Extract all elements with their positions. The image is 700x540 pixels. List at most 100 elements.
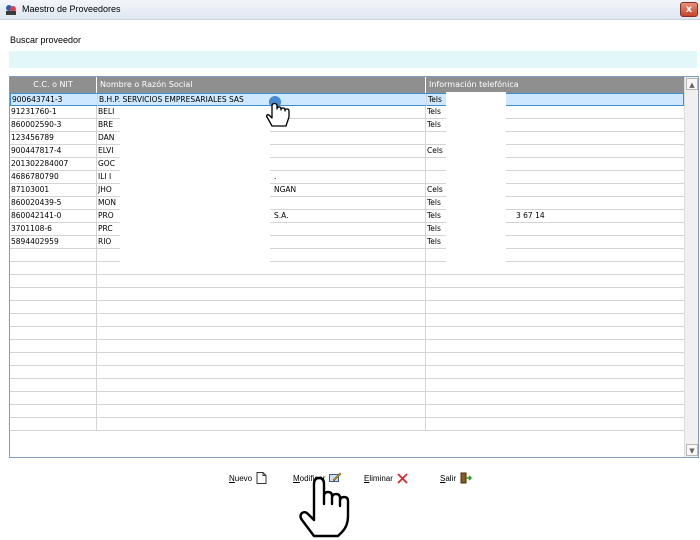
empty-cell — [10, 405, 97, 417]
nit-cell: 4686780790 — [10, 171, 97, 183]
new-document-icon — [256, 472, 267, 484]
empty-cell — [426, 275, 684, 287]
empty-cell — [97, 327, 426, 339]
empty-cell — [10, 288, 97, 300]
suppliers-grid[interactable]: C.C. o NIT Nombre o Razón Social Informa… — [9, 76, 699, 458]
empty-row[interactable] — [10, 353, 684, 366]
close-button[interactable]: x — [680, 2, 698, 17]
salir-label: Salir — [440, 473, 457, 483]
table-row[interactable]: 860020439-5 MON Tels — [10, 197, 684, 210]
column-header-name[interactable]: Nombre o Razón Social — [97, 77, 426, 93]
empty-row[interactable] — [10, 288, 684, 301]
scroll-down-icon[interactable]: ▼ — [686, 444, 698, 456]
empty-cell — [10, 392, 97, 404]
delete-x-icon — [397, 472, 408, 484]
window-title: Maestro de Proveedores — [22, 4, 121, 14]
empty-row[interactable] — [10, 340, 684, 353]
table-row[interactable]: 91231760-1 BELI Tels — [10, 106, 684, 119]
redaction-block-names — [120, 108, 270, 269]
empty-row[interactable] — [10, 392, 684, 405]
nit-cell: 5894402959 — [10, 236, 97, 248]
empty-cell — [97, 314, 426, 326]
table-row[interactable]: 123456789 DAN — [10, 132, 684, 145]
nit-cell: 123456789 — [10, 132, 97, 144]
supplier-window: Maestro de Proveedores x Buscar proveedo… — [0, 0, 700, 497]
title-bar[interactable]: Maestro de Proveedores x — [0, 0, 700, 20]
empty-row[interactable] — [10, 418, 684, 431]
empty-cell — [10, 379, 97, 391]
column-header-nit[interactable]: C.C. o NIT — [10, 77, 97, 93]
empty-cell — [97, 366, 426, 378]
table-row[interactable]: 900447817-4 ELVI Cels — [10, 145, 684, 158]
salir-button[interactable]: Salir — [440, 470, 473, 486]
name-cell-tail: . — [274, 172, 277, 181]
vertical-scrollbar[interactable]: ▲ ▼ — [684, 77, 698, 457]
empty-cell — [426, 314, 684, 326]
empty-cell — [97, 301, 426, 313]
empty-row[interactable] — [10, 327, 684, 340]
nit-cell: 201302284007 — [10, 158, 97, 170]
empty-cell — [97, 418, 426, 430]
empty-row[interactable] — [10, 314, 684, 327]
grid-header: C.C. o NIT Nombre o Razón Social Informa… — [10, 77, 684, 93]
empty-row[interactable] — [10, 379, 684, 392]
table-row[interactable]: 4686780790 ILI I. — [10, 171, 684, 184]
empty-cell — [426, 366, 684, 378]
empty-row[interactable] — [10, 249, 684, 262]
eliminar-label: Eliminar — [364, 473, 393, 483]
nuevo-button[interactable]: Nuevo — [229, 470, 267, 486]
empty-row[interactable] — [10, 301, 684, 314]
empty-cell — [97, 288, 426, 300]
empty-cell — [97, 340, 426, 352]
grid-rows: 900643741-3 B.H.P. SERVICIOS EMPRESARIALE… — [10, 93, 684, 431]
table-row[interactable]: 860002590-3 BRE Tels — [10, 119, 684, 132]
hand-cursor-icon — [265, 96, 290, 127]
nit-cell: 900643741-3 — [11, 94, 98, 106]
nit-cell: 860002590-3 — [10, 119, 97, 131]
empty-cell — [10, 275, 97, 287]
name-cell-tail: NGAN — [274, 185, 297, 194]
nit-cell: 860042141-0 — [10, 210, 97, 222]
column-header-phone[interactable]: Información telefónica — [426, 77, 684, 93]
nit-cell: 3701108-6 — [10, 223, 97, 235]
empty-cell — [426, 379, 684, 391]
empty-cell — [426, 327, 684, 339]
nuevo-label: Nuevo — [229, 473, 253, 483]
nit-cell: 860020439-5 — [10, 197, 97, 209]
table-row[interactable]: 860042141-0 PRO Tels S.A. 3 67 14 — [10, 210, 684, 223]
empty-row[interactable] — [10, 405, 684, 418]
empty-cell — [10, 249, 97, 261]
table-row[interactable]: 87103001 JHO Cels NGAN — [10, 184, 684, 197]
empty-cell — [10, 366, 97, 378]
empty-cell — [97, 392, 426, 404]
table-row[interactable]: 3701108-6 PRC Tels — [10, 223, 684, 236]
empty-row[interactable] — [10, 275, 684, 288]
empty-cell — [10, 262, 97, 274]
empty-cell — [10, 340, 97, 352]
empty-cell — [10, 418, 97, 430]
nit-cell: 91231760-1 — [10, 106, 97, 118]
empty-cell — [10, 301, 97, 313]
empty-cell — [426, 288, 684, 300]
empty-cell — [10, 327, 97, 339]
search-label: Buscar proveedor — [10, 35, 82, 45]
empty-cell — [97, 379, 426, 391]
table-row[interactable]: 900643741-3 B.H.P. SERVICIOS EMPRESARIALE… — [10, 93, 684, 106]
empty-row[interactable] — [10, 366, 684, 379]
nit-cell: 900447817-4 — [10, 145, 97, 157]
empty-row[interactable] — [10, 262, 684, 275]
exit-door-icon — [460, 472, 473, 484]
eliminar-button[interactable]: Eliminar — [364, 470, 408, 486]
redaction-block-phones — [446, 92, 506, 269]
table-row[interactable]: 5894402959 RIO Tels — [10, 236, 684, 249]
search-input[interactable] — [9, 51, 697, 68]
large-hand-cursor-icon — [299, 476, 350, 538]
empty-cell — [97, 405, 426, 417]
scroll-up-icon[interactable]: ▲ — [686, 78, 698, 90]
table-row[interactable]: 201302284007 GOC — [10, 158, 684, 171]
app-icon — [6, 5, 16, 15]
empty-cell — [10, 353, 97, 365]
name-cell-tail: S.A. — [274, 211, 289, 220]
empty-cell — [426, 353, 684, 365]
empty-cell — [97, 275, 426, 287]
